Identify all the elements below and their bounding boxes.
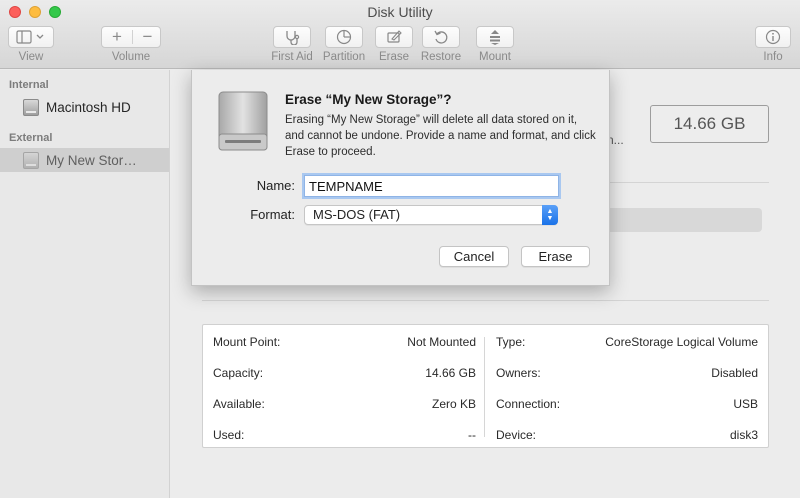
info-row: Available: Zero KB (213, 394, 476, 414)
info-value: CoreStorage Logical Volume (605, 335, 758, 349)
info-label: Device: (496, 428, 537, 442)
info-value: Zero KB (431, 397, 476, 411)
info-row: Connection: USB (496, 394, 758, 414)
first-aid-label: First Aid (271, 51, 313, 63)
info-row: Owners: Disabled (496, 363, 758, 383)
sidebar-item-macintosh-hd[interactable]: Macintosh HD (0, 95, 169, 119)
info-row: Mount Point: Not Mounted (213, 332, 476, 352)
info-label: Connection: (496, 397, 561, 411)
remove-volume-button[interactable]: − (133, 27, 162, 47)
info-row: Capacity: 14.66 GB (213, 363, 476, 383)
plus-icon: + (112, 27, 122, 46)
erase-confirm-button[interactable]: Erase (521, 246, 590, 267)
hard-disk-icon (23, 98, 39, 116)
sheet-message: Erasing “My New Storage” will delete all… (285, 114, 596, 158)
minus-icon: − (142, 27, 153, 46)
info-value: USB (733, 397, 758, 411)
info-label: Capacity: (213, 366, 264, 380)
info-label: Info (763, 51, 783, 63)
info-row: Device: disk3 (496, 425, 758, 445)
info-label: Type: (496, 335, 526, 349)
info-value: Disabled (711, 366, 758, 380)
name-input[interactable] (304, 175, 559, 197)
info-label: Used: (213, 428, 245, 442)
info-row: Used: -- (213, 425, 476, 445)
external-disk-icon (218, 91, 268, 151)
erase-label: Erase (378, 51, 410, 63)
mount-icon (490, 30, 500, 45)
external-disk-icon (23, 151, 39, 169)
volume-label: Volume (111, 51, 151, 63)
chevron-up-down-icon: ▲ ▼ (542, 205, 558, 225)
partition-button[interactable] (325, 26, 363, 48)
sidebar-toggle-icon (16, 30, 44, 44)
name-label: Name: (256, 178, 295, 193)
partition-label: Partition (322, 51, 366, 63)
info-value: disk3 (729, 428, 758, 442)
info-label: Owners: (496, 366, 541, 380)
erase-button[interactable] (375, 26, 413, 48)
volume-size-display: 14.66 GB (650, 105, 769, 143)
divider (202, 300, 769, 301)
usage-bar (602, 208, 762, 232)
info-value: -- (468, 428, 476, 442)
volume-info-table: Mount Point: Not Mounted Capacity: 14.66… (202, 324, 769, 448)
sheet-title: Erase “My New Storage”? (285, 92, 452, 107)
sidebar-item-label: Macintosh HD (46, 99, 131, 115)
cancel-button[interactable]: Cancel (439, 246, 509, 267)
sidebar-header-internal: Internal (9, 79, 49, 91)
sidebar-header-external: External (9, 132, 53, 144)
view-label: View (18, 51, 44, 63)
sidebar: Internal Macintosh HD External My New St… (0, 70, 170, 498)
column-divider (484, 337, 485, 437)
stethoscope-icon (286, 31, 300, 45)
restore-icon (434, 30, 448, 44)
info-value: 14.66 GB (425, 366, 476, 380)
mount-button[interactable] (476, 26, 514, 48)
erase-icon (387, 30, 402, 43)
format-selected-value: MS-DOS (FAT) (313, 207, 401, 222)
info-label: Mount Point: (213, 335, 281, 349)
disk-utility-window: Disk Utility View + − Volume First Aid P… (0, 0, 800, 498)
sidebar-item-label: My New Stor… (46, 152, 137, 168)
info-button[interactable] (755, 26, 791, 48)
info-row: Type: CoreStorage Logical Volume (496, 332, 758, 352)
sidebar-item-my-new-storage[interactable]: My New Stor… (0, 148, 169, 172)
first-aid-button[interactable] (273, 26, 311, 48)
erase-sheet-dialog: Erase “My New Storage”? Erasing “My New … (191, 70, 610, 286)
info-label: Available: (213, 397, 265, 411)
volume-segmented-control: + − (101, 26, 161, 48)
info-value: Not Mounted (407, 335, 476, 349)
restore-button[interactable] (422, 26, 460, 48)
mount-label: Mount (479, 51, 511, 63)
format-select[interactable]: MS-DOS (FAT) ▲ ▼ (304, 205, 558, 225)
window-title: Disk Utility (367, 4, 433, 20)
add-volume-button[interactable]: + (102, 27, 132, 47)
restore-label: Restore (420, 51, 462, 63)
view-button[interactable] (8, 26, 54, 48)
info-icon (765, 29, 781, 45)
format-label: Format: (250, 207, 295, 222)
pie-chart-icon (336, 29, 352, 45)
titlebar: Disk Utility View + − Volume First Aid P… (0, 0, 800, 69)
